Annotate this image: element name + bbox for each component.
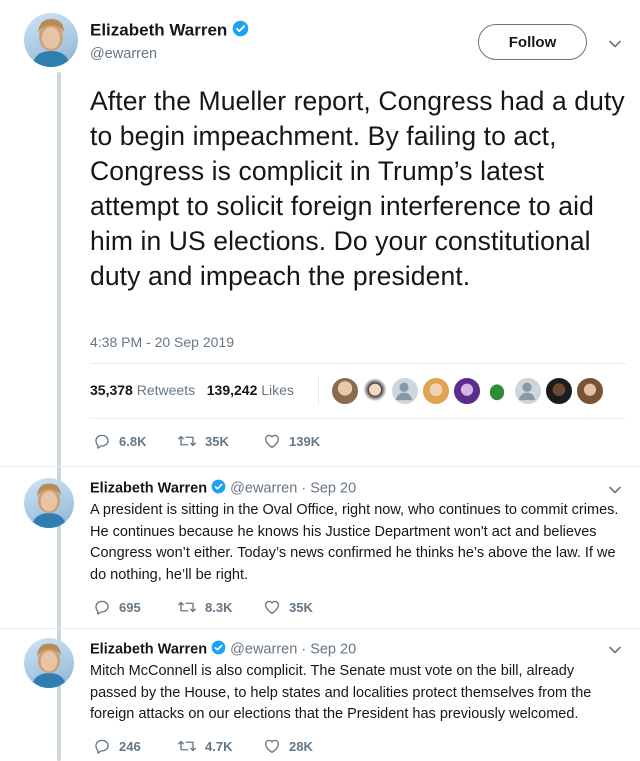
likes-label: Likes [261, 382, 294, 398]
retweets-count: 35,378 [90, 382, 133, 398]
divider [90, 363, 626, 364]
tweet-text: Mitch McConnell is also complicit. The S… [90, 663, 592, 722]
separator-dot: · [301, 641, 307, 658]
like-count: 139K [289, 433, 321, 449]
like-icon [264, 434, 280, 449]
like-count: 35K [289, 599, 313, 615]
avatar-image [31, 643, 67, 688]
chevron-down-icon[interactable] [608, 37, 622, 51]
retweet-icon [178, 601, 196, 613]
reply-header: Elizabeth Warren @ewarren · Sep 20 [90, 479, 356, 498]
likes-count: 139,242 [206, 382, 258, 398]
engagement-stats: 35,378 Retweets 139,242 Likes [90, 382, 294, 398]
author-name[interactable]: Elizabeth Warren [90, 480, 207, 496]
tweet-date[interactable]: Sep 20 [310, 641, 356, 657]
like-action[interactable]: 139K [263, 432, 320, 450]
author-handle[interactable]: @ewarren [90, 46, 157, 62]
liker-avatar[interactable] [514, 377, 542, 405]
liker-avatar[interactable] [483, 377, 511, 405]
avatar-image [31, 483, 67, 528]
liker-avatar[interactable] [422, 377, 450, 405]
stats-separator [318, 376, 319, 406]
tweet-text: After the Mueller report, Congress had a… [90, 86, 625, 291]
retweets-label: Retweets [136, 382, 196, 398]
author-handle[interactable]: @ewarren [230, 480, 297, 496]
reply-action[interactable]: 695 [93, 598, 141, 616]
liker-avatar[interactable] [453, 377, 481, 405]
retweet-count: 35K [205, 433, 229, 449]
reply-count: 695 [119, 599, 141, 615]
chevron-down-icon[interactable] [608, 483, 622, 497]
avatar[interactable] [24, 478, 74, 528]
separator-dot: · [301, 480, 307, 497]
liker-avatar[interactable] [361, 377, 389, 405]
likes-stat[interactable]: 139,242 Likes [207, 382, 294, 398]
tweet-timestamp[interactable]: 4:38 PM - 20 Sep 2019 [90, 334, 234, 350]
default-avatar-icon [518, 382, 536, 401]
reply-action[interactable]: 246 [93, 737, 141, 755]
liker-avatar[interactable] [331, 377, 359, 405]
chevron-down-icon[interactable] [608, 643, 622, 657]
like-count: 28K [289, 738, 313, 754]
tweet-text: A president is sitting in the Oval Offic… [90, 502, 619, 583]
retweet-count: 4.7K [205, 738, 233, 754]
divider [90, 418, 626, 419]
liker-avatar[interactable] [391, 377, 419, 405]
like-icon [264, 739, 280, 754]
author-name[interactable]: Elizabeth Warren [90, 20, 227, 39]
like-action[interactable]: 35K [263, 598, 313, 616]
liker-avatar[interactable] [576, 377, 604, 405]
reply-count: 246 [119, 738, 141, 754]
tweet-divider [0, 628, 640, 629]
tweet-divider [0, 466, 640, 467]
reply-icon [95, 739, 109, 754]
like-action[interactable]: 28K [263, 737, 313, 755]
liker-avatar[interactable] [545, 377, 573, 405]
verified-badge-icon [211, 640, 226, 659]
retweet-count: 8.3K [205, 599, 233, 615]
reply-icon [95, 600, 109, 615]
retweet-icon [178, 435, 196, 447]
reply-count: 6.8K [119, 433, 147, 449]
retweet-action[interactable]: 4.7K [177, 737, 232, 755]
reply-icon [95, 434, 109, 449]
verified-badge-icon [232, 20, 249, 42]
like-icon [264, 600, 280, 615]
reply-action[interactable]: 6.8K [93, 432, 146, 450]
avatar-image [32, 19, 70, 67]
retweet-action[interactable]: 8.3K [177, 598, 232, 616]
avatar[interactable] [24, 13, 78, 67]
retweet-action[interactable]: 35K [177, 432, 229, 450]
retweets-stat[interactable]: 35,378 Retweets [90, 382, 195, 398]
avatar[interactable] [24, 638, 74, 688]
verified-badge-icon [211, 479, 226, 498]
reply-header: Elizabeth Warren @ewarren · Sep 20 [90, 640, 356, 659]
author-line: Elizabeth Warren [90, 20, 249, 42]
default-avatar-icon [395, 382, 413, 401]
author-name[interactable]: Elizabeth Warren [90, 641, 207, 657]
follow-button[interactable]: Follow [478, 24, 587, 60]
tweet-date[interactable]: Sep 20 [310, 480, 356, 496]
retweet-icon [178, 740, 196, 752]
author-handle[interactable]: @ewarren [230, 641, 297, 657]
